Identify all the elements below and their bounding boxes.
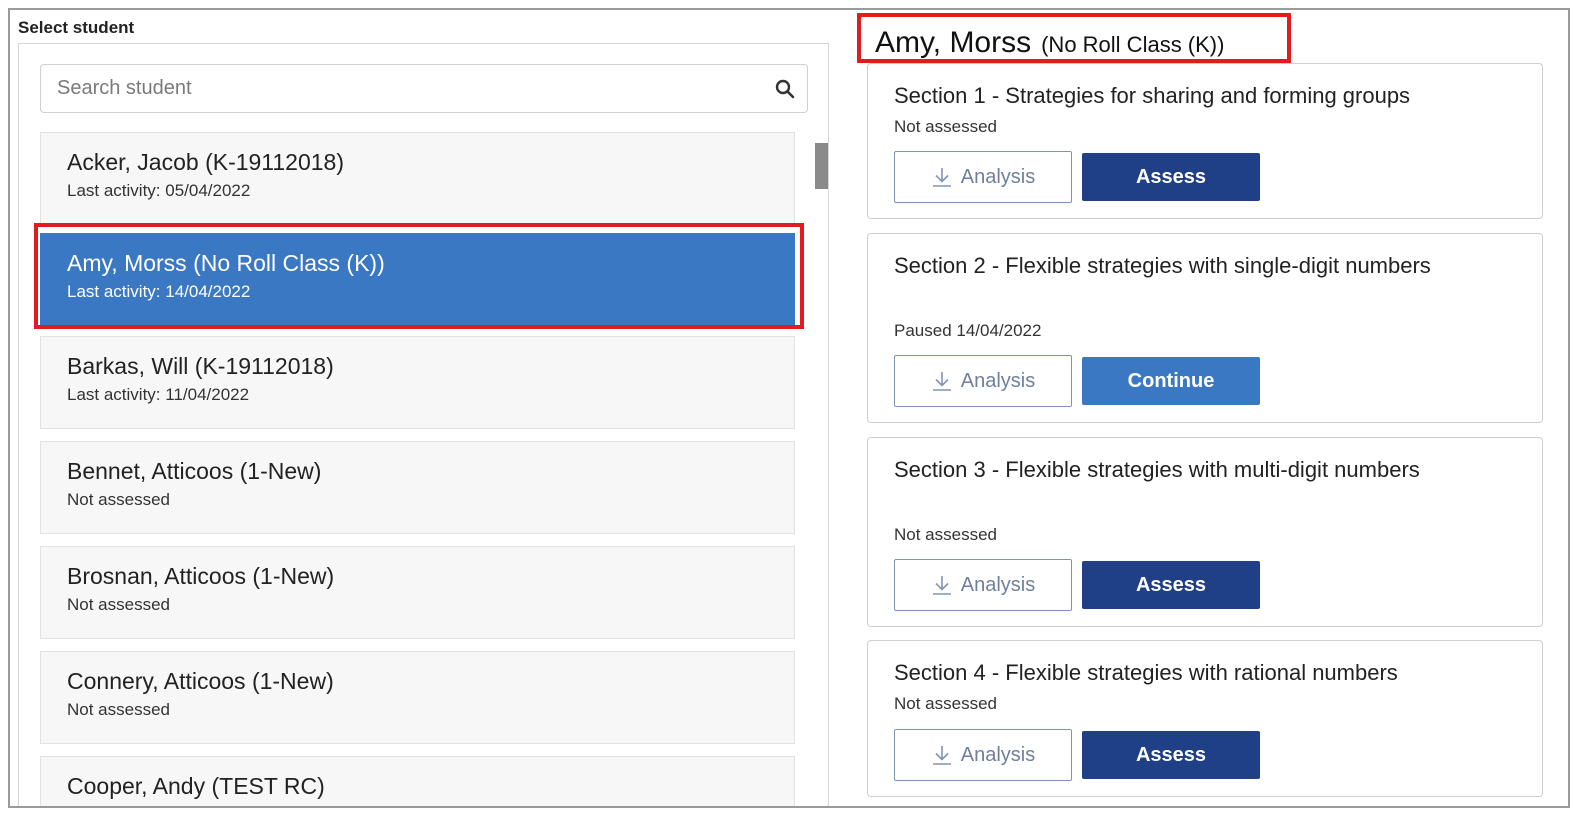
student-last-activity: Last activity: 05/04/2022 bbox=[67, 181, 251, 200]
student-last-activity: Last activity: 11/04/2022 bbox=[67, 385, 250, 404]
search-input[interactable] bbox=[41, 64, 763, 113]
student-name: Brosnan, Atticoos (1-New) bbox=[67, 563, 335, 589]
analysis-button[interactable]: Analysis bbox=[894, 355, 1072, 407]
student-status: Not assessed bbox=[67, 490, 170, 509]
section-title: Section 3 - Flexible strategies with mul… bbox=[894, 457, 1420, 482]
student-name: Acker, Jacob (K-19112018) bbox=[67, 149, 345, 175]
student-item-cooper[interactable]: Cooper, Andy (TEST RC) bbox=[40, 756, 795, 806]
student-item-connery[interactable]: Connery, Atticoos (1-New) Not assessed bbox=[40, 651, 795, 744]
student-item-amy[interactable]: Amy, Morss (No Roll Class (K)) Last acti… bbox=[40, 233, 795, 326]
analysis-label: Analysis bbox=[960, 743, 1036, 766]
analysis-label: Analysis bbox=[960, 369, 1036, 392]
download-icon bbox=[931, 744, 953, 766]
section-title: Section 4 - Flexible strategies with rat… bbox=[894, 660, 1398, 685]
student-item-barkas[interactable]: Barkas, Will (K-19112018) Last activity:… bbox=[40, 336, 795, 429]
section-status: Not assessed bbox=[894, 694, 997, 713]
student-name: Amy, Morss (No Roll Class (K)) bbox=[67, 250, 385, 276]
section-title: Section 1 - Strategies for sharing and f… bbox=[894, 83, 1411, 108]
assess-button[interactable]: Assess bbox=[1082, 153, 1260, 201]
analysis-button[interactable]: Analysis bbox=[894, 559, 1072, 611]
download-icon bbox=[931, 574, 953, 596]
student-item-bennet[interactable]: Bennet, Atticoos (1-New) Not assessed bbox=[40, 441, 795, 534]
student-last-activity: Last activity: 14/04/2022 bbox=[67, 282, 251, 301]
student-heading-class: (No Roll Class (K)) bbox=[1041, 32, 1225, 57]
search-icon[interactable] bbox=[763, 67, 807, 111]
student-name: Bennet, Atticoos (1-New) bbox=[67, 458, 322, 484]
section-status: Paused 14/04/2022 bbox=[894, 321, 1042, 340]
student-status: Not assessed bbox=[67, 700, 170, 719]
analysis-label: Analysis bbox=[960, 573, 1036, 596]
student-list[interactable]: Acker, Jacob (K-19112018) Last activity:… bbox=[40, 132, 800, 806]
analysis-button[interactable]: Analysis bbox=[894, 729, 1072, 781]
scrollbar-thumb[interactable] bbox=[815, 143, 828, 189]
section-status: Not assessed bbox=[894, 117, 997, 136]
section-card-1: Section 1 - Strategies for sharing and f… bbox=[867, 63, 1543, 219]
student-panel: Acker, Jacob (K-19112018) Last activity:… bbox=[18, 43, 829, 806]
student-item-acker[interactable]: Acker, Jacob (K-19112018) Last activity:… bbox=[40, 132, 795, 225]
student-status: Not assessed bbox=[67, 595, 170, 614]
select-student-label: Select student bbox=[18, 18, 135, 37]
student-heading-name: Amy, Morss bbox=[875, 26, 1032, 59]
analysis-label: Analysis bbox=[960, 165, 1036, 188]
student-name: Barkas, Will (K-19112018) bbox=[67, 353, 334, 379]
app-frame: Select student Acker, Jacob (K-19112018)… bbox=[8, 8, 1570, 808]
student-heading: Amy, Morss (No Roll Class (K)) bbox=[867, 22, 1234, 64]
section-card-4: Section 4 - Flexible strategies with rat… bbox=[867, 640, 1543, 797]
student-name: Connery, Atticoos (1-New) bbox=[67, 668, 334, 694]
assess-button[interactable]: Assess bbox=[1082, 731, 1260, 779]
section-status: Not assessed bbox=[894, 525, 997, 544]
continue-button[interactable]: Continue bbox=[1082, 357, 1260, 405]
student-item-brosnan[interactable]: Brosnan, Atticoos (1-New) Not assessed bbox=[40, 546, 795, 639]
student-name: Cooper, Andy (TEST RC) bbox=[67, 773, 325, 799]
analysis-button[interactable]: Analysis bbox=[894, 151, 1072, 203]
download-icon bbox=[931, 370, 953, 392]
section-card-2: Section 2 - Flexible strategies with sin… bbox=[867, 233, 1543, 423]
section-title: Section 2 - Flexible strategies with sin… bbox=[894, 253, 1431, 278]
download-icon bbox=[931, 166, 953, 188]
section-card-3: Section 3 - Flexible strategies with mul… bbox=[867, 437, 1543, 627]
assess-button[interactable]: Assess bbox=[1082, 561, 1260, 609]
search-box[interactable] bbox=[40, 64, 808, 113]
